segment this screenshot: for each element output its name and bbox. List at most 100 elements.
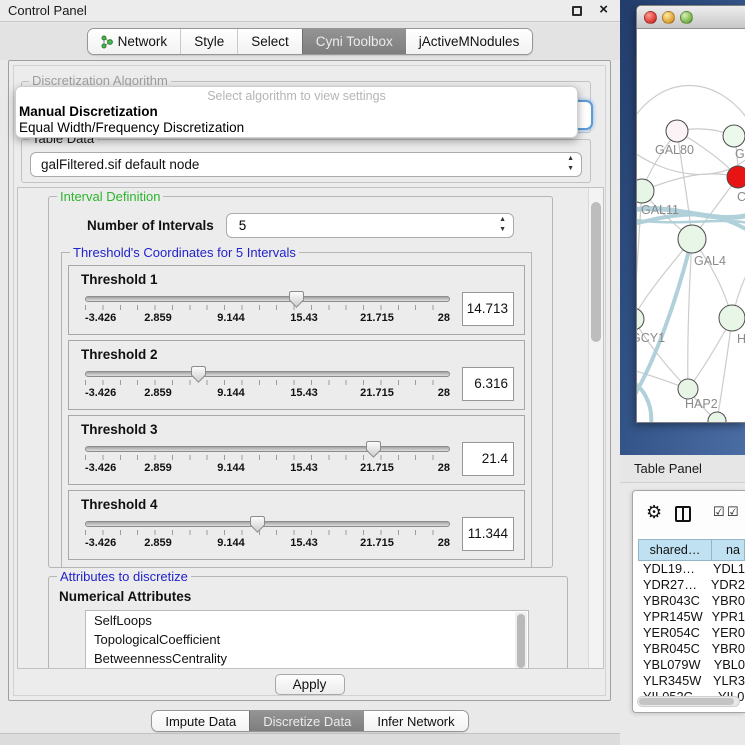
tick-label: 21.715 <box>360 387 394 399</box>
column-header-name[interactable]: na <box>712 539 745 561</box>
node-gal11[interactable] <box>637 179 654 203</box>
cell-name: YDL1 <box>707 561 745 577</box>
node-gal80[interactable] <box>666 120 688 142</box>
cell-name: YBR0 <box>706 641 745 657</box>
zoom-traffic-light-icon[interactable] <box>680 11 693 24</box>
cell-name: YBL0 <box>708 657 745 673</box>
tick-label: 21.715 <box>360 537 394 549</box>
cell-shared-name: YBL079W <box>638 657 708 673</box>
threshold-3-slider[interactable]: -3.426 2.859 9.144 15.43 21.715 28 <box>85 446 450 475</box>
apply-button[interactable]: Apply <box>275 674 345 695</box>
tab-jactivemnodules-label: jActiveMNodules <box>419 34 520 49</box>
horizontal-scrollbar[interactable] <box>637 696 740 707</box>
node-red-selected[interactable] <box>727 166 745 188</box>
node-gcy1[interactable] <box>637 308 644 330</box>
threshold-2-slider[interactable]: -3.426 2.859 9.144 15.43 21.715 28 <box>85 371 450 400</box>
number-of-intervals-spinner[interactable]: 5 ▲ ▼ <box>226 213 514 238</box>
list-item[interactable]: BetweennessCentrality <box>86 649 528 668</box>
slider-ticks <box>85 305 450 310</box>
tick-label: 28 <box>438 312 450 324</box>
gear-icon[interactable]: ⚙ <box>646 502 662 523</box>
node-gal4[interactable] <box>678 225 706 253</box>
thresholds-group: Threshold's Coordinates for 5 Intervals … <box>61 252 532 568</box>
attributes-group: Attributes to discretize Numerical Attri… <box>48 576 568 668</box>
float-window-icon[interactable] <box>572 6 582 16</box>
table-row[interactable]: YPR145WYPR1 <box>638 609 745 625</box>
column-header-shared-name[interactable]: shared… <box>638 539 712 561</box>
table-data-selected-value: galFiltered.sif default node <box>41 157 199 172</box>
minimize-traffic-light-icon[interactable] <box>662 11 675 24</box>
tick-label: 28 <box>438 537 450 549</box>
table-header: shared… na <box>638 539 745 561</box>
close-icon[interactable]: × <box>599 1 608 18</box>
scrollbar-thumb[interactable] <box>591 202 601 342</box>
bottom-divider <box>0 733 620 745</box>
table-window: ⚙ ☑ ☑ shared… na YDL19…YDL1 YDR27…YDR2 Y… <box>632 490 745 713</box>
network-window-titlebar[interactable] <box>637 6 745 29</box>
cell-shared-name: YPR145W <box>638 609 706 625</box>
slider-track[interactable] <box>85 521 450 527</box>
tab-impute-data[interactable]: Impute Data <box>152 711 249 731</box>
table-data-combobox[interactable]: galFiltered.sif default node ▲ ▼ <box>30 152 582 177</box>
slider-track[interactable] <box>85 371 450 377</box>
node-gal-cut[interactable] <box>723 125 745 147</box>
slider-thumb[interactable] <box>366 441 381 458</box>
table-row[interactable]: YBR045CYBR0 <box>638 641 745 657</box>
slider-track[interactable] <box>85 446 450 452</box>
spinner-arrows-icon[interactable]: ▲ ▼ <box>499 215 506 235</box>
tab-jactivemnodules[interactable]: jActiveMNodules <box>406 29 533 54</box>
tab-infer-network-label: Infer Network <box>377 714 454 729</box>
attributes-list[interactable]: SelfLoops TopologicalCoefficient Between… <box>85 610 529 668</box>
dropdown-option-manual[interactable]: Manual Discretization <box>16 104 577 120</box>
algorithm-dropdown: Select algorithm to view settings Manual… <box>15 86 578 138</box>
threshold-3-value-field[interactable]: 21.4 <box>462 442 514 476</box>
slider-track[interactable] <box>85 296 450 302</box>
threshold-1-slider[interactable]: -3.426 2.859 9.144 15.43 21.715 28 <box>85 296 450 325</box>
combo-arrows-icon[interactable]: ▲ ▼ <box>567 154 574 174</box>
node-hap2[interactable] <box>678 379 698 399</box>
network-graph: GAL80 GA C GAL11 GAL4 GCY1 H HAP2 <box>637 29 745 422</box>
table-row[interactable]: YDL19…YDL1 <box>638 561 745 577</box>
vertical-scrollbar[interactable] <box>588 188 603 668</box>
threshold-1-value-field[interactable]: 14.713 <box>462 292 514 326</box>
tab-discretize-data[interactable]: Discretize Data <box>249 711 364 731</box>
threshold-4-slider[interactable]: -3.426 2.859 9.144 15.43 21.715 28 <box>85 521 450 550</box>
network-canvas[interactable]: GAL80 GA C GAL11 GAL4 GCY1 H HAP2 <box>637 29 745 422</box>
checkbox-icon[interactable]: ☑ <box>713 504 725 520</box>
tick-label: 28 <box>438 462 450 474</box>
slider-thumb[interactable] <box>250 516 265 533</box>
close-traffic-light-icon[interactable] <box>644 11 657 24</box>
table-row[interactable]: YBR043CYBR0 <box>638 593 745 609</box>
list-item[interactable]: TopologicalCoefficient <box>86 630 528 649</box>
cell-shared-name: YBR043C <box>638 593 706 609</box>
list-item[interactable]: SelfLoops <box>86 611 528 630</box>
tab-cyni-toolbox[interactable]: Cyni Toolbox <box>302 29 406 54</box>
threshold-3-label: Threshold 3 <box>81 422 524 437</box>
threshold-4-label: Threshold 4 <box>81 497 524 512</box>
tab-network[interactable]: Network <box>88 29 181 54</box>
tab-infer-network[interactable]: Infer Network <box>364 711 467 731</box>
list-scrollbar[interactable] <box>515 612 527 668</box>
window-title: Control Panel <box>8 3 87 18</box>
node-label: HAP2 <box>685 397 718 411</box>
tab-style[interactable]: Style <box>180 29 237 54</box>
slider-thumb[interactable] <box>191 366 206 383</box>
tab-select[interactable]: Select <box>237 29 302 54</box>
dropdown-option-equal-width[interactable]: Equal Width/Frequency Discretization <box>16 120 577 136</box>
node-bottom-cut[interactable] <box>708 412 726 422</box>
table-row[interactable]: YBL079WYBL0 <box>638 657 745 673</box>
threshold-2-value-field[interactable]: 6.316 <box>462 367 514 401</box>
table-row[interactable]: YDR27…YDR2 <box>638 577 745 593</box>
slider-thumb[interactable] <box>289 291 304 308</box>
tick-label: 21.715 <box>360 462 394 474</box>
table-row[interactable]: YLR345WYLR3 <box>638 673 745 689</box>
tick-label: 9.144 <box>217 312 245 324</box>
tab-select-label: Select <box>251 34 289 49</box>
node-h-cut[interactable] <box>719 305 745 331</box>
threshold-4-value-field[interactable]: 11.344 <box>462 517 514 551</box>
column-layout-icon[interactable] <box>675 506 691 522</box>
scrollbar-thumb[interactable] <box>517 614 525 668</box>
checkbox-icon[interactable]: ☑ <box>727 504 739 520</box>
table-row[interactable]: YER054CYER0 <box>638 625 745 641</box>
scrollbar-thumb[interactable] <box>639 698 734 705</box>
